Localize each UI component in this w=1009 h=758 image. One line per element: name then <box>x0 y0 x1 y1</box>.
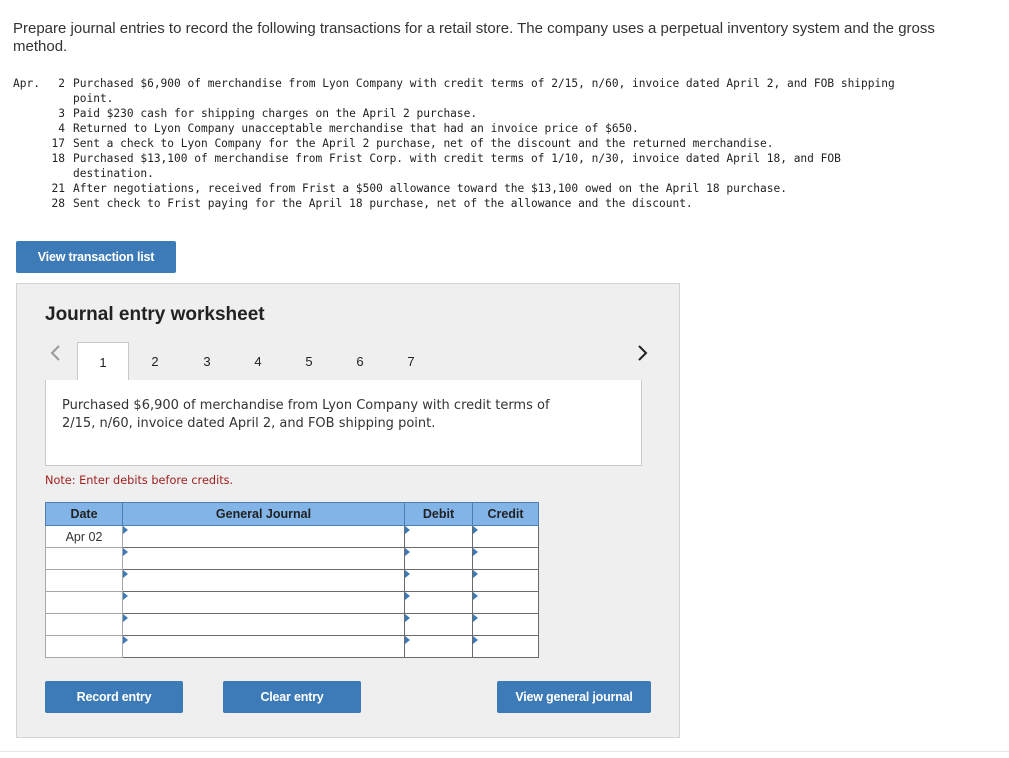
transaction-text: Purchased $6,900 of merchandise from Lyo… <box>73 77 895 90</box>
transaction-day: 2 <box>58 77 65 90</box>
credit-input[interactable] <box>472 525 539 548</box>
entry-note: Note: Enter debits before credits. <box>45 474 234 487</box>
clear-entry-button[interactable]: Clear entry <box>223 681 361 713</box>
cell-marker-icon <box>405 592 410 600</box>
cell-marker-icon <box>123 548 128 556</box>
chevron-left-icon[interactable] <box>49 344 61 367</box>
tab-6[interactable]: 6 <box>335 342 385 380</box>
debit-input[interactable] <box>404 569 473 592</box>
tab-4[interactable]: 4 <box>233 342 283 380</box>
table-row <box>45 635 539 658</box>
table-row <box>45 591 539 614</box>
cell-marker-icon <box>473 548 478 556</box>
tab-1[interactable]: 1 <box>77 342 129 382</box>
account-input[interactable] <box>122 591 405 614</box>
debit-input[interactable] <box>404 635 473 658</box>
date-cell <box>45 613 123 636</box>
view-transaction-list-button[interactable]: View transaction list <box>16 241 176 273</box>
table-row <box>45 613 539 636</box>
cell-marker-icon <box>405 570 410 578</box>
cell-marker-icon <box>123 636 128 644</box>
transaction-item: 3 Paid $230 cash for shipping charges on… <box>13 106 973 121</box>
transaction-item: 18 Purchased $13,100 of merchandise from… <box>13 151 973 181</box>
table-row <box>45 569 539 592</box>
date-cell <box>45 635 123 658</box>
transaction-text: Sent a check to Lyon Company for the Apr… <box>73 137 774 150</box>
transaction-item: Apr. 2 Purchased $6,900 of merchandise f… <box>13 76 973 106</box>
cell-marker-icon <box>123 592 128 600</box>
cell-marker-icon <box>473 636 478 644</box>
view-general-journal-button[interactable]: View general journal <box>497 681 651 713</box>
credit-input[interactable] <box>472 569 539 592</box>
cell-marker-icon <box>473 570 478 578</box>
general-journal-header: General Journal <box>122 502 405 526</box>
transaction-item: 21 After negotiations, received from Fri… <box>13 181 973 196</box>
account-input[interactable] <box>122 569 405 592</box>
tab-5[interactable]: 5 <box>284 342 334 380</box>
transaction-text: After negotiations, received from Frist … <box>73 182 787 195</box>
debit-input[interactable] <box>404 613 473 636</box>
tab-2[interactable]: 2 <box>130 342 180 380</box>
cell-marker-icon <box>473 614 478 622</box>
date-header: Date <box>45 502 123 526</box>
transaction-month: Apr. <box>13 77 40 90</box>
account-input[interactable] <box>122 547 405 570</box>
cell-marker-icon <box>123 570 128 578</box>
date-cell <box>45 569 123 592</box>
transaction-day: 21 <box>51 182 65 195</box>
cell-marker-icon <box>473 526 478 534</box>
credit-input[interactable] <box>472 547 539 570</box>
debit-header: Debit <box>404 502 473 526</box>
credit-header: Credit <box>472 502 539 526</box>
debit-input[interactable] <box>404 525 473 548</box>
transaction-day: 28 <box>51 197 65 210</box>
transaction-day: 3 <box>58 107 65 120</box>
credit-input[interactable] <box>472 591 539 614</box>
date-cell <box>45 591 123 614</box>
record-entry-button[interactable]: Record entry <box>45 681 183 713</box>
cell-marker-icon <box>405 636 410 644</box>
tab-7[interactable]: 7 <box>386 342 436 380</box>
transaction-description: Purchased $6,900 of merchandise from Lyo… <box>62 398 550 431</box>
transaction-text: Sent check to Frist paying for the April… <box>73 197 693 210</box>
transaction-description-box: Purchased $6,900 of merchandise from Lyo… <box>45 380 642 466</box>
table-row <box>45 547 539 570</box>
credit-input[interactable] <box>472 613 539 636</box>
instructions-text: Prepare journal entries to record the fo… <box>13 20 935 55</box>
transaction-day: 4 <box>58 122 65 135</box>
transaction-day: 17 <box>51 137 65 150</box>
cell-marker-icon <box>405 548 410 556</box>
cell-marker-icon <box>123 614 128 622</box>
date-cell <box>45 547 123 570</box>
credit-input[interactable] <box>472 635 539 658</box>
debit-input[interactable] <box>404 547 473 570</box>
cell-marker-icon <box>473 592 478 600</box>
account-input[interactable] <box>122 613 405 636</box>
cell-marker-icon <box>405 526 410 534</box>
transaction-text: Returned to Lyon Company unacceptable me… <box>73 122 639 135</box>
transaction-item: 17 Sent a check to Lyon Company for the … <box>13 136 973 151</box>
cell-marker-icon <box>123 526 128 534</box>
transaction-item: 28 Sent check to Frist paying for the Ap… <box>13 196 973 211</box>
transaction-text-cont: point. <box>73 92 114 105</box>
debit-input[interactable] <box>404 591 473 614</box>
worksheet-title: Journal entry worksheet <box>45 304 265 325</box>
transaction-text: Paid $230 cash for shipping charges on t… <box>73 107 478 120</box>
transaction-text: Purchased $13,100 of merchandise from Fr… <box>73 152 841 165</box>
journal-entry-worksheet: Journal entry worksheet 1 2 3 4 5 6 7 Pu… <box>16 283 680 738</box>
account-input[interactable] <box>122 635 405 658</box>
transaction-text-cont: destination. <box>73 167 154 180</box>
transaction-list: Apr. 2 Purchased $6,900 of merchandise f… <box>13 76 973 211</box>
journal-table: Date General Journal Debit Credit Apr 02 <box>45 502 539 658</box>
cell-marker-icon <box>405 614 410 622</box>
transaction-day: 18 <box>51 152 65 165</box>
transaction-item: 4 Returned to Lyon Company unacceptable … <box>13 121 973 136</box>
table-row: Apr 02 <box>45 525 539 548</box>
entry-date: Apr 02 <box>65 529 103 544</box>
account-input[interactable] <box>122 525 405 548</box>
date-cell: Apr 02 <box>45 525 123 548</box>
page-divider <box>0 751 1009 752</box>
tab-3[interactable]: 3 <box>182 342 232 380</box>
chevron-right-icon[interactable] <box>637 344 649 367</box>
